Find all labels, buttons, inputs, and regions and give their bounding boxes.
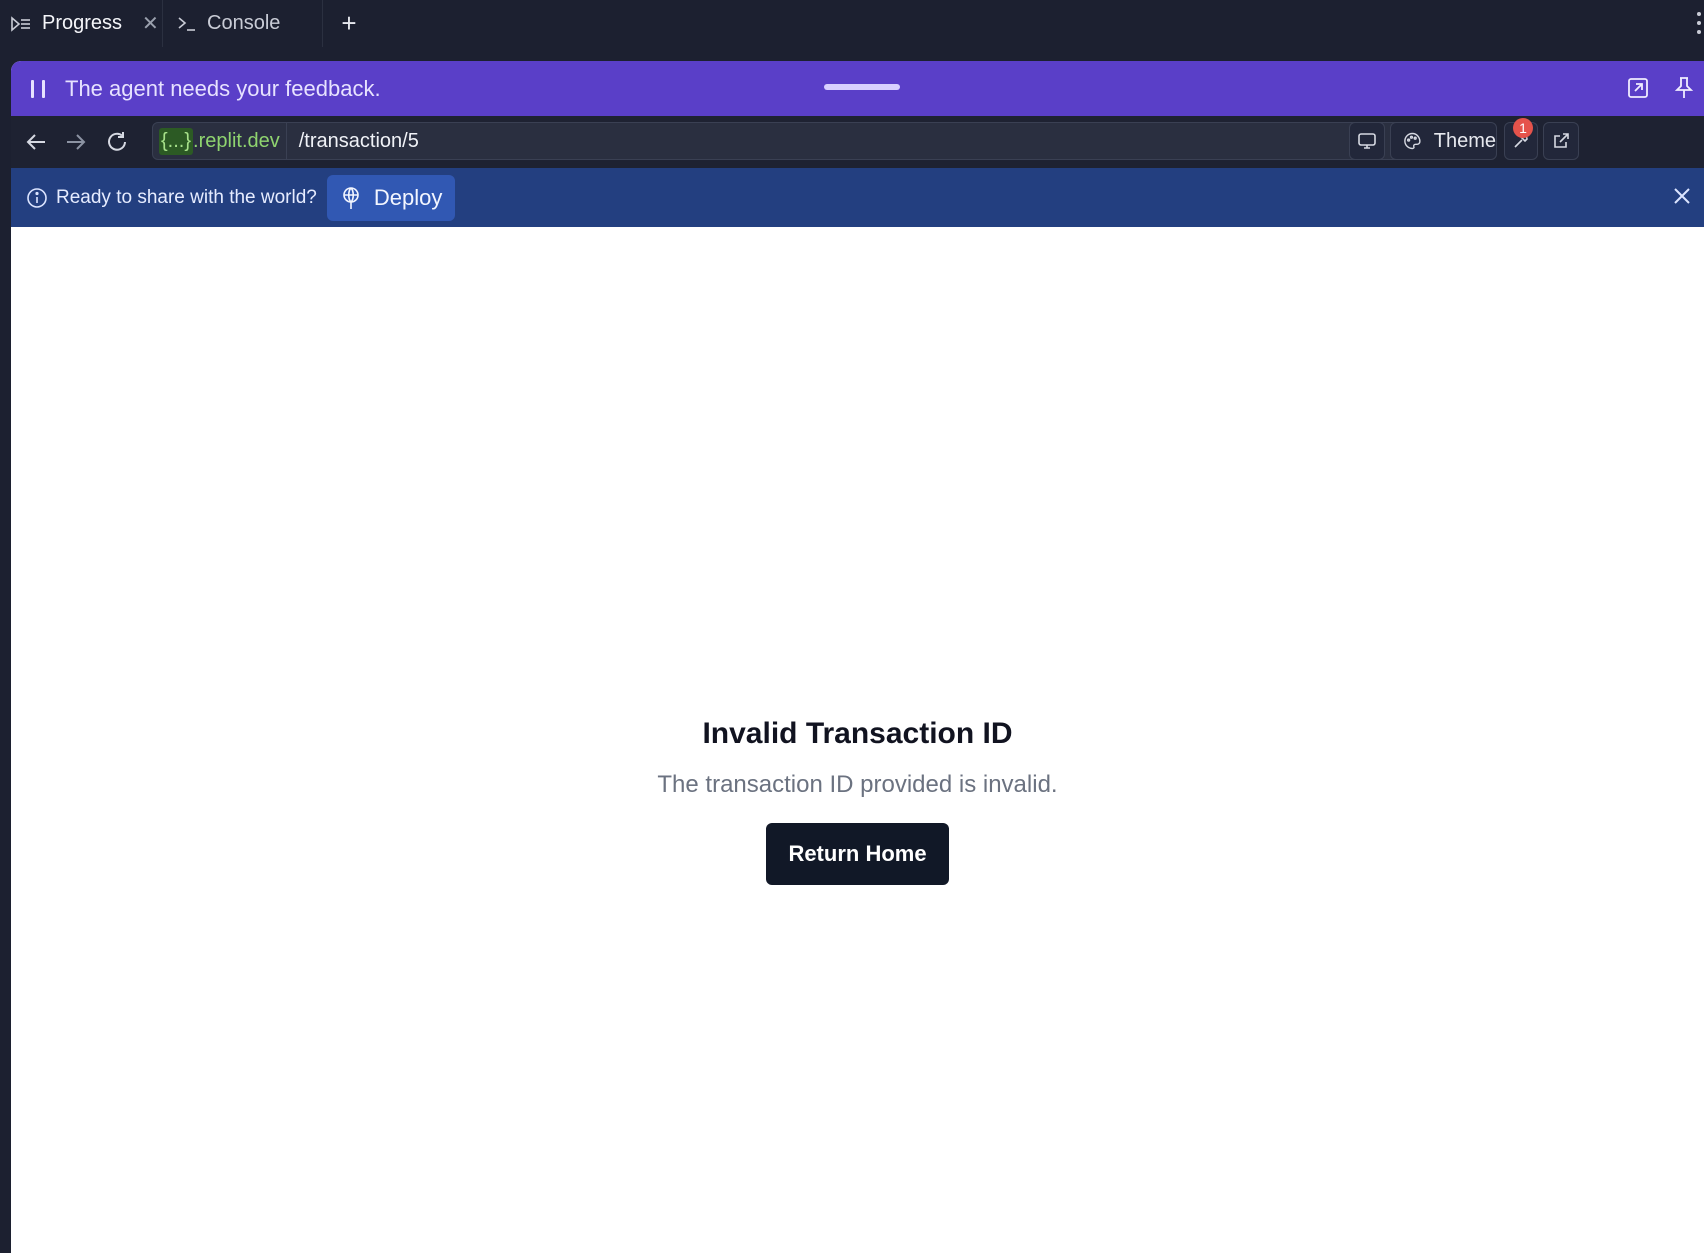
app-viewport: Invalid Transaction ID The transaction I… — [11, 227, 1704, 1253]
theme-button[interactable]: Theme — [1390, 122, 1497, 160]
theme-label: Theme — [1433, 129, 1496, 152]
reload-icon — [108, 132, 126, 151]
info-icon — [26, 187, 48, 209]
close-banner-icon[interactable] — [1672, 186, 1692, 206]
url-host-highlight: {...} — [159, 127, 194, 155]
return-home-button[interactable]: Return Home — [766, 823, 949, 885]
deploy-icon — [343, 186, 359, 209]
palette-icon — [1404, 132, 1421, 150]
tab-progress-label: Progress — [42, 12, 123, 34]
url-path: /transaction/5 — [298, 129, 419, 152]
add-tab-button[interactable]: + — [323, 0, 375, 47]
deploy-button[interactable]: Deploy — [326, 174, 456, 221]
error-description: The transaction ID provided is invalid. — [657, 771, 1058, 798]
drag-handle[interactable] — [824, 84, 900, 90]
arrow-left-icon — [26, 134, 45, 150]
url-bar: {...} .replit.dev /transaction/5 Theme 1 — [11, 116, 1704, 168]
device-preview-button[interactable] — [1349, 122, 1385, 160]
devtools-button[interactable]: 1 — [1504, 118, 1538, 160]
deploy-prompt: Ready to share with the world? — [56, 186, 317, 208]
address-field[interactable]: {...} .replit.dev /transaction/5 — [152, 122, 1443, 160]
notification-badge: 1 — [1513, 118, 1533, 138]
external-link-icon — [1554, 133, 1569, 148]
deploy-banner: Ready to share with the world? Deploy — [11, 168, 1704, 227]
monitor-icon — [1358, 133, 1376, 149]
terminal-icon — [177, 16, 197, 32]
url-host-domain: .replit.dev — [193, 129, 280, 152]
progress-icon — [10, 15, 32, 33]
deploy-button-label: Deploy — [373, 184, 443, 210]
pin-icon[interactable] — [1671, 75, 1697, 101]
url-host: {...} .replit.dev — [153, 123, 287, 159]
pause-icon[interactable] — [31, 79, 45, 98]
expand-icon[interactable] — [1625, 75, 1651, 101]
forward-button[interactable] — [61, 127, 91, 157]
more-options-icon[interactable] — [1696, 10, 1704, 36]
close-icon[interactable]: ✕ — [142, 11, 159, 36]
plus-icon: + — [341, 8, 357, 38]
preview-window: The agent needs your feedback. {...} .re… — [11, 61, 1704, 1253]
reload-button[interactable] — [102, 127, 132, 157]
feedback-message: The agent needs your feedback. — [65, 75, 381, 101]
tab-progress[interactable]: Progress ✕ — [0, 0, 163, 47]
page-title: Invalid Transaction ID — [702, 717, 1013, 750]
open-in-new-tab-button[interactable] — [1543, 122, 1579, 160]
back-button[interactable] — [21, 127, 51, 157]
tab-bar: Progress ✕ Console + — [0, 0, 1704, 47]
tab-console[interactable]: Console — [163, 0, 323, 47]
tab-console-label: Console — [207, 12, 281, 34]
error-message-card: Invalid Transaction ID The transaction I… — [11, 717, 1704, 885]
arrow-right-icon — [67, 134, 86, 150]
feedback-bar: The agent needs your feedback. — [11, 61, 1704, 116]
